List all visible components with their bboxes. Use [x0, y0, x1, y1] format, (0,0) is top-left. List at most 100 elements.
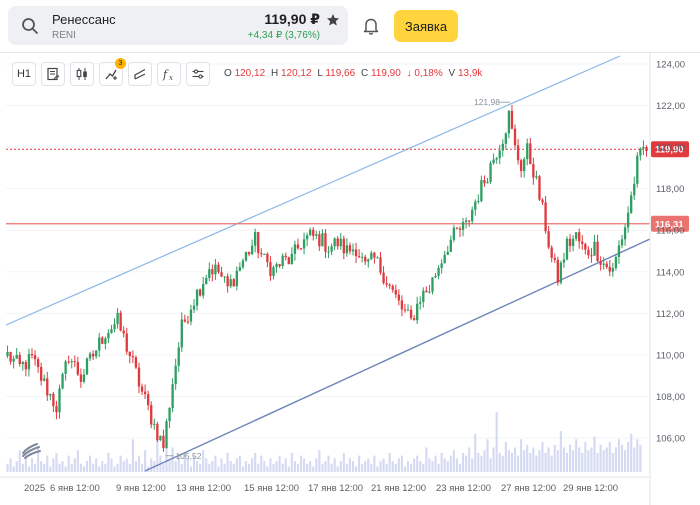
volume-bar [144, 450, 147, 472]
candle-body [110, 329, 113, 333]
candle-body [98, 337, 101, 351]
volume-bar [605, 447, 608, 472]
x-tick-label: 17 янв 12:00 [308, 483, 363, 494]
min-marker-label: 105,52 [175, 451, 201, 461]
ticker-name: Ренессанс [52, 12, 116, 27]
order-button[interactable]: Заявка [394, 10, 458, 42]
candle-body [278, 264, 281, 267]
volume-bar [125, 458, 128, 472]
interval-button[interactable]: H1 [12, 62, 36, 86]
volume-bar [410, 463, 413, 472]
candle-body [244, 252, 248, 261]
settings-button[interactable] [186, 62, 210, 86]
volume-bar [162, 463, 165, 472]
ohlc-open-value: 120,12 [234, 68, 266, 79]
function-icon: f x [162, 68, 173, 81]
trend-channel [5, 55, 651, 472]
candle-body [137, 367, 141, 387]
volume-bar [504, 442, 507, 472]
volume-bar [419, 461, 422, 472]
volume-bar [339, 461, 342, 472]
x-tick-label: 9 янв 12:00 [116, 483, 166, 494]
candle-body [578, 232, 581, 242]
candle-body [107, 332, 110, 339]
volume-bar [46, 455, 49, 472]
candle-body [61, 373, 64, 389]
candle-body [379, 257, 382, 273]
candle-body [119, 312, 122, 331]
volume-bar [30, 458, 34, 472]
candle-body [73, 361, 76, 363]
candle-body [64, 361, 67, 374]
volume-bar [232, 463, 235, 472]
volume-bar [116, 463, 119, 472]
indicators-button[interactable]: 3 [99, 58, 126, 86]
candle-body [211, 269, 214, 275]
star-icon[interactable] [326, 13, 340, 27]
volume-bar [119, 455, 122, 472]
candle-body [312, 229, 315, 236]
volume-bar [547, 447, 550, 472]
search-icon [22, 18, 38, 34]
candle-body [526, 143, 529, 160]
bell-plus-icon[interactable] [362, 16, 380, 36]
candle-body [403, 309, 407, 311]
volume-bar [437, 463, 440, 472]
candle-body [495, 158, 498, 160]
volume-bar [620, 444, 624, 472]
candle-body [513, 128, 517, 146]
ticker-code: RENI [52, 30, 76, 41]
candle-body [565, 238, 569, 260]
ticker-search-box[interactable]: Ренессанс RENI 119,90 ₽ +4,34 ₽ (3,76%) [8, 6, 348, 45]
volume-bar [596, 452, 599, 472]
broker-logo-icon [22, 443, 41, 459]
chart-type-button[interactable] [41, 62, 65, 86]
volume-bar [290, 452, 293, 472]
candle-body [544, 202, 547, 232]
volume-bar [413, 458, 416, 472]
volume-bar [507, 450, 510, 472]
volume-bar [553, 444, 556, 472]
volume-bar [296, 463, 300, 472]
price-chart[interactable]: 119,90116,31 121,98105,52 124,00122,0012… [0, 52, 700, 505]
volume-bar [572, 450, 575, 472]
candle-body [385, 283, 388, 285]
svg-text:f: f [162, 68, 169, 81]
volume-bar [52, 458, 55, 472]
volume-bar [611, 452, 614, 472]
volume-bar [513, 447, 517, 472]
candles-button[interactable] [70, 62, 94, 86]
volume-bar [379, 461, 382, 472]
volume-bar [247, 463, 251, 472]
volume-bar [474, 433, 477, 472]
volume-bar [293, 461, 296, 472]
formula-button[interactable]: f x [157, 62, 181, 86]
candle-body [263, 253, 266, 255]
volume-bar [517, 455, 520, 472]
drawing-tools-button[interactable] [128, 62, 152, 86]
candle-body [504, 133, 508, 144]
volume-bar [229, 461, 232, 472]
candle-body [189, 309, 193, 322]
volume-bar [269, 458, 272, 472]
indicators-icon [105, 69, 117, 80]
volume-bar [345, 463, 348, 472]
candle-body [302, 239, 306, 249]
candle-body [95, 350, 98, 357]
candles-icon [76, 68, 87, 80]
candle-body [425, 290, 428, 293]
candle-body [642, 147, 645, 149]
candle-body [171, 384, 174, 408]
candle-body [327, 251, 330, 253]
volume-bar [608, 442, 611, 472]
volume-bar [443, 458, 446, 472]
candle-body [18, 354, 21, 364]
candle-body [58, 388, 61, 413]
candle-body [9, 351, 12, 362]
sliders-icon [192, 69, 204, 79]
candle-body [165, 421, 168, 449]
volume-bar [477, 452, 480, 472]
volume-bar [633, 447, 636, 472]
candle-body [516, 145, 520, 161]
candle-body [253, 232, 257, 246]
